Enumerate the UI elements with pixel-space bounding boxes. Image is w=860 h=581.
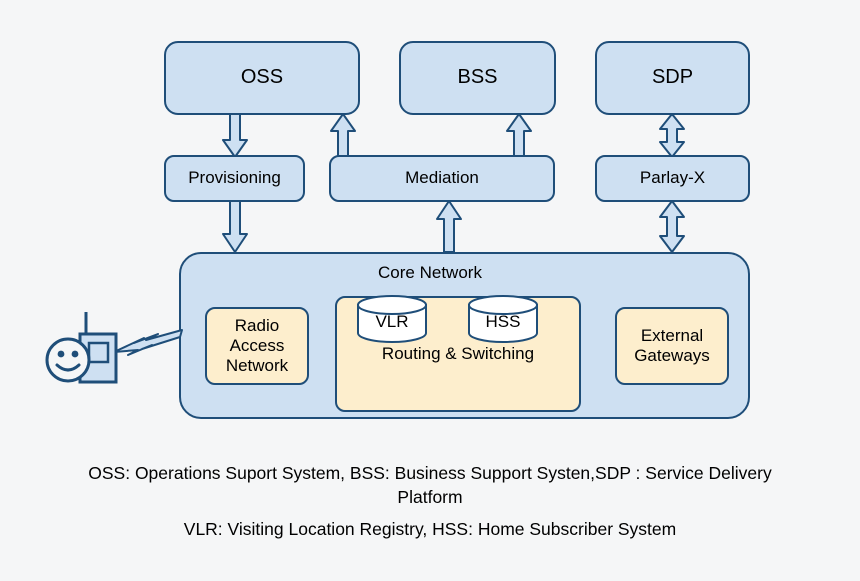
node-external-gateways-label: External Gateways [634,325,710,365]
caption-line-2: VLR: Visiting Location Registry, HSS: Ho… [183,519,677,539]
node-radio-access-network-label: Radio Access Network [225,315,289,376]
network-architecture-diagram: OSS BSS SDP Provisioning Mediation Parla… [0,0,860,581]
node-mediation[interactable]: Mediation [329,155,555,202]
node-routing-switching-label: Routing & Switching [381,344,535,363]
node-bss-label: BSS [457,66,498,89]
database-vlr[interactable]: VLR [356,295,428,343]
node-bss[interactable]: BSS [399,41,556,115]
node-radio-access-network[interactable]: Radio Access Network [205,307,309,385]
node-provisioning[interactable]: Provisioning [164,155,305,202]
node-provisioning-label: Provisioning [188,168,281,188]
database-hss-label: HSS [485,312,521,331]
arrow-oss-to-provisioning [222,113,248,158]
core-network-label: Core Network [378,263,482,282]
user-face-icon [45,337,91,383]
database-vlr-label: VLR [375,312,409,331]
arrow-mediation-to-bss [506,113,532,158]
node-parlayx-label: Parlay-X [639,168,706,188]
arrow-sdp-to-parlayx [659,113,685,158]
database-hss[interactable]: HSS [467,295,539,343]
node-oss[interactable]: OSS [164,41,360,115]
arrow-parlayx-to-core [659,200,685,253]
node-oss-label: OSS [240,66,284,89]
node-parlayx[interactable]: Parlay-X [595,155,750,202]
node-mediation-label: Mediation [405,168,479,188]
arrow-core-to-mediation [436,200,462,253]
arrow-provisioning-to-core [222,200,248,253]
arrow-mediation-to-oss [330,113,356,158]
mobile-subscriber[interactable] [45,310,196,390]
node-sdp[interactable]: SDP [595,41,750,115]
node-sdp-label: SDP [651,66,694,89]
node-external-gateways[interactable]: External Gateways [615,307,729,385]
wireless-link-icon [113,329,183,356]
caption-line-1: OSS: Operations Suport System, BSS: Busi… [88,463,772,507]
